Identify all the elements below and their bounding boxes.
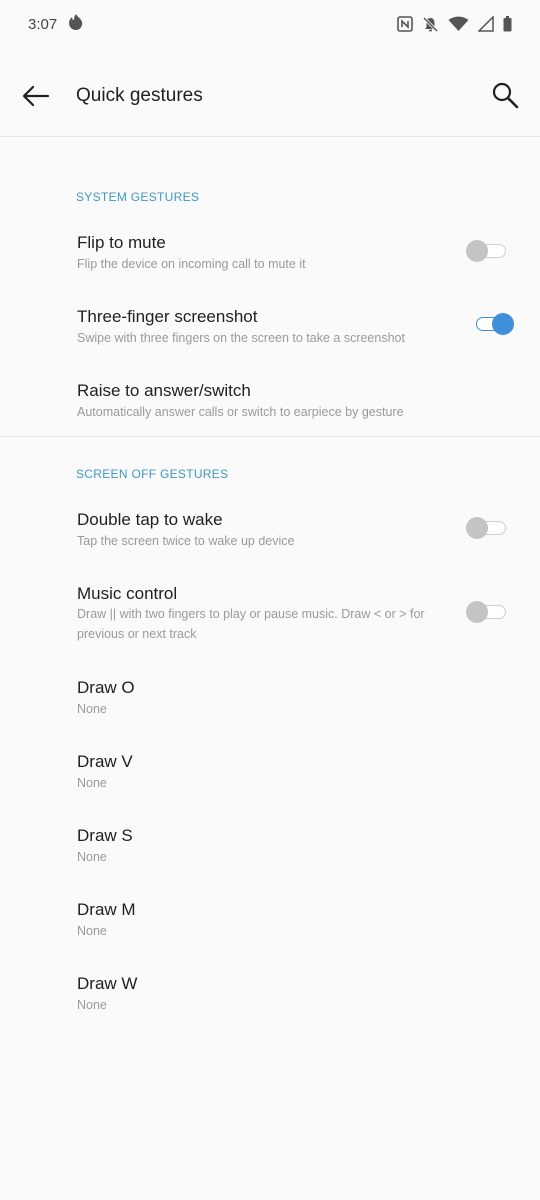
setting-subtitle: Automatically answer calls or switch to … [77, 405, 404, 419]
setting-draw-m[interactable]: Draw M None [0, 887, 540, 961]
page-title: Quick gestures [76, 85, 203, 106]
music-control-toggle[interactable] [466, 600, 510, 624]
search-icon [491, 81, 519, 114]
setting-title: Draw O [77, 678, 135, 697]
notification-flame-icon [67, 13, 85, 36]
setting-subtitle: None [77, 702, 107, 716]
setting-subtitle: Draw || with two fingers to play or paus… [77, 607, 425, 641]
app-bar-divider [0, 136, 540, 137]
search-button[interactable] [488, 80, 522, 114]
setting-title: Raise to answer/switch [77, 381, 251, 400]
section-header-screen-off-gestures: SCREEN OFF GESTURES [76, 467, 229, 481]
back-button[interactable] [20, 82, 52, 114]
setting-draw-s[interactable]: Draw S None [0, 813, 540, 887]
setting-title: Draw S [77, 826, 133, 845]
flip-to-mute-toggle[interactable] [466, 239, 510, 263]
setting-subtitle: Swipe with three fingers on the screen t… [77, 331, 405, 345]
toggle-thumb [466, 601, 488, 623]
setting-subtitle: None [77, 850, 107, 864]
section-header-system-gestures: SYSTEM GESTURES [76, 190, 200, 204]
setting-subtitle: Tap the screen twice to wake up device [77, 534, 295, 548]
setting-flip-to-mute[interactable]: Flip to mute Flip the device on incoming… [0, 220, 540, 294]
status-bar: 3:07 [0, 0, 540, 48]
status-right [397, 16, 512, 33]
toggle-thumb [466, 517, 488, 539]
setting-draw-v[interactable]: Draw V None [0, 739, 540, 813]
section-divider [0, 436, 540, 437]
setting-title: Double tap to wake [77, 510, 223, 529]
arrow-left-icon [22, 85, 50, 112]
setting-title: Draw W [77, 974, 138, 993]
setting-subtitle: Flip the device on incoming call to mute… [77, 257, 306, 271]
toggle-thumb [492, 313, 514, 335]
setting-draw-o[interactable]: Draw O None [0, 665, 540, 739]
setting-subtitle: None [77, 924, 107, 938]
setting-title: Draw M [77, 900, 136, 919]
cell-signal-icon [478, 16, 494, 32]
setting-double-tap-to-wake[interactable]: Double tap to wake Tap the screen twice … [0, 497, 540, 571]
setting-subtitle: None [77, 776, 107, 790]
setting-three-finger-screenshot[interactable]: Three-finger screenshot Swipe with three… [0, 294, 540, 368]
battery-icon [503, 16, 512, 32]
setting-title: Draw V [77, 752, 133, 771]
app-bar: Quick gestures [0, 60, 540, 136]
setting-title: Three-finger screenshot [77, 307, 258, 326]
nfc-icon [397, 16, 413, 32]
status-time: 3:07 [28, 15, 58, 33]
setting-draw-w[interactable]: Draw W None [0, 961, 540, 1035]
toggle-thumb [466, 240, 488, 262]
status-left: 3:07 [28, 13, 85, 36]
three-finger-screenshot-toggle[interactable] [470, 312, 514, 336]
setting-raise-to-answer[interactable]: Raise to answer/switch Automatically ans… [0, 368, 540, 436]
setting-title: Flip to mute [77, 233, 166, 252]
wifi-icon [448, 16, 469, 32]
setting-music-control[interactable]: Music control Draw || with two fingers t… [0, 571, 540, 665]
notifications-off-icon [422, 16, 439, 33]
setting-subtitle: None [77, 998, 107, 1012]
setting-title: Music control [77, 584, 178, 603]
double-tap-to-wake-toggle[interactable] [466, 516, 510, 540]
